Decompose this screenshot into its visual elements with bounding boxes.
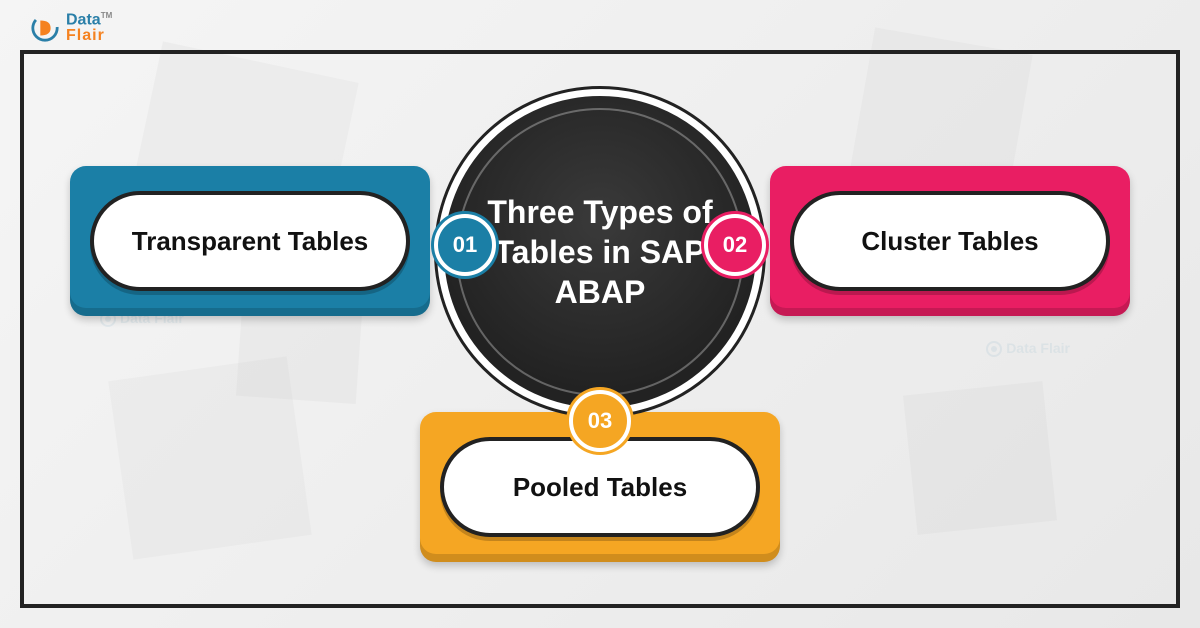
logo-icon: [30, 13, 60, 43]
card-transparent-tables: Transparent Tables: [70, 166, 430, 316]
card-cluster-tables: Cluster Tables: [770, 166, 1130, 316]
brand-logo: DataTM Flair: [30, 12, 112, 44]
logo-text-line2: Flair: [66, 28, 112, 44]
badge-02: 02: [704, 214, 766, 276]
pill-cluster-tables: Cluster Tables: [790, 191, 1110, 291]
card-label: Pooled Tables: [513, 472, 687, 503]
logo-text-line1: DataTM: [66, 12, 112, 28]
badge-03: 03: [569, 390, 631, 452]
pill-pooled-tables: Pooled Tables: [440, 437, 760, 537]
diagram-frame: Transparent Tables Cluster Tables Pooled…: [20, 50, 1180, 608]
badge-01: 01: [434, 214, 496, 276]
card-label: Transparent Tables: [132, 226, 369, 257]
card-label: Cluster Tables: [861, 226, 1038, 257]
pill-transparent-tables: Transparent Tables: [90, 191, 410, 291]
